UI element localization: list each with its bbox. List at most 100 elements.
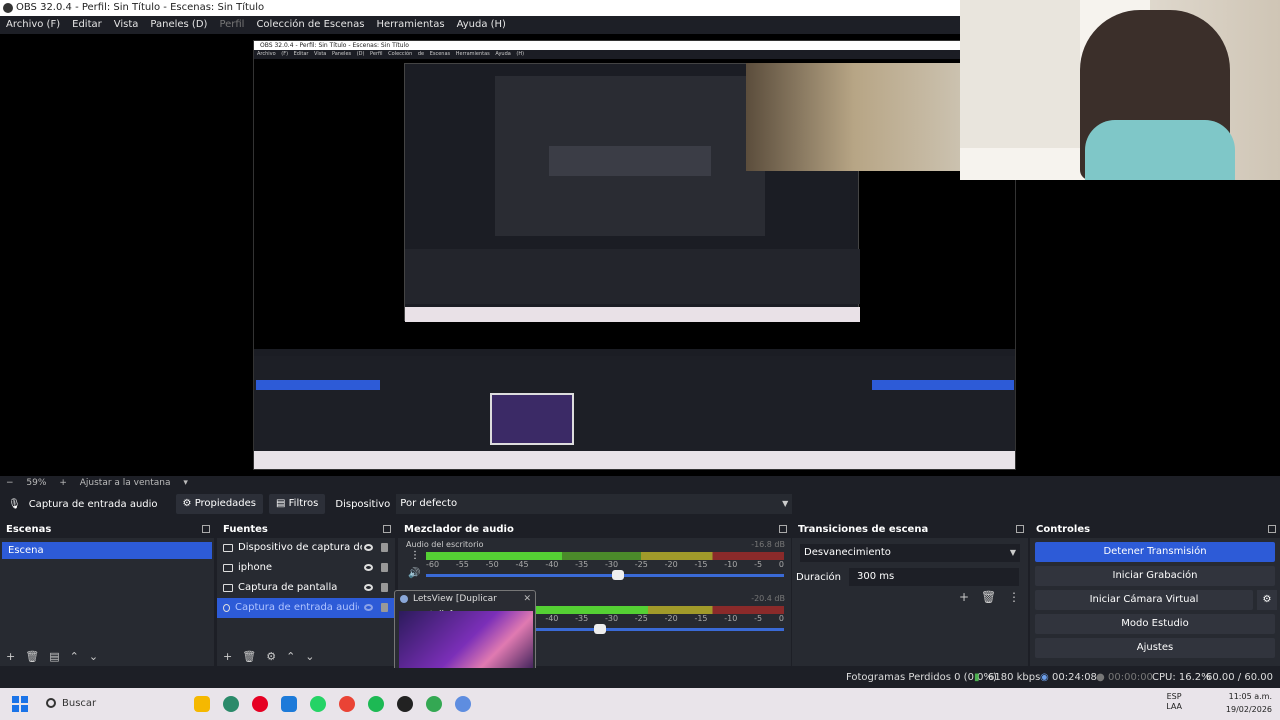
trash-icon[interactable]: 🗑 bbox=[242, 650, 256, 663]
volume-knob[interactable] bbox=[594, 624, 606, 634]
lock-icon[interactable] bbox=[381, 563, 388, 572]
file-explorer-icon[interactable] bbox=[194, 696, 210, 712]
source-item[interactable]: Dispositivo de captura de vide bbox=[217, 538, 395, 558]
menu-archivo[interactable]: Archivo (F) bbox=[0, 16, 66, 34]
add-icon[interactable]: + bbox=[959, 590, 969, 604]
edge-icon[interactable] bbox=[223, 696, 239, 712]
scale-tick-label: -50 bbox=[485, 560, 499, 569]
source-item[interactable]: iphone bbox=[217, 558, 395, 578]
menu-dots-icon[interactable]: ⋮ bbox=[1008, 590, 1020, 604]
eye-icon[interactable] bbox=[364, 584, 373, 591]
close-icon[interactable]: ✕ bbox=[523, 591, 531, 607]
zoom-minus-button[interactable]: − bbox=[6, 478, 14, 488]
chevron-down-icon[interactable]: ▾ bbox=[183, 478, 188, 488]
add-icon[interactable]: + bbox=[6, 650, 15, 663]
mixer-channel: Audio del escritorio -16.8 dB ⋮ -60 -55 -5… bbox=[404, 540, 785, 592]
chrome-profile-icon[interactable] bbox=[426, 696, 442, 712]
trash-icon[interactable]: 🗑 bbox=[25, 650, 39, 663]
pinterest-icon[interactable] bbox=[252, 696, 268, 712]
whatsapp-icon[interactable] bbox=[310, 696, 326, 712]
undock-icon[interactable] bbox=[383, 525, 391, 533]
eye-hidden-icon[interactable] bbox=[364, 604, 373, 611]
lock-icon[interactable] bbox=[381, 583, 388, 592]
eye-icon[interactable] bbox=[364, 544, 373, 551]
filter-icon[interactable]: ▤ bbox=[49, 650, 59, 663]
gear-icon[interactable]: ⚙ bbox=[266, 650, 276, 663]
chevron-up-icon[interactable]: ⌃ bbox=[286, 650, 295, 663]
context-source-name: Captura de entrada audio bbox=[28, 498, 158, 510]
undock-icon[interactable] bbox=[1016, 525, 1024, 533]
lang-top: ESP bbox=[1166, 692, 1182, 701]
properties-label: Propiedades bbox=[194, 498, 257, 509]
lock-icon[interactable] bbox=[381, 543, 388, 552]
start-virtual-camera-button[interactable]: Iniciar Cámara Virtual ⚙ bbox=[1035, 590, 1277, 610]
filters-icon: ▤ bbox=[276, 498, 286, 509]
fit-to-window-select[interactable]: Ajustar a la ventana bbox=[80, 478, 171, 488]
menu-paneles[interactable]: Paneles (D) bbox=[144, 16, 213, 34]
menu-perfil[interactable]: Perfil bbox=[213, 16, 250, 34]
taskbar-search[interactable]: Buscar bbox=[44, 695, 184, 713]
source-item[interactable]: Captura de pantalla bbox=[217, 578, 395, 598]
device-select[interactable]: Por defecto ▼ bbox=[396, 494, 793, 514]
spotify-icon[interactable] bbox=[368, 696, 384, 712]
scale-tick-label: -35 bbox=[575, 560, 589, 569]
clock[interactable]: 11:05 a.m. 19/02/2026 bbox=[1226, 690, 1272, 716]
nested-thumbnail bbox=[490, 393, 574, 445]
add-icon[interactable]: + bbox=[223, 650, 232, 663]
eye-icon[interactable] bbox=[364, 564, 373, 571]
chevron-up-icon[interactable]: ⌃ bbox=[70, 650, 79, 663]
obs-logo-icon bbox=[3, 3, 13, 13]
menu-vista[interactable]: Vista bbox=[108, 16, 145, 34]
transition-value: Desvanecimiento bbox=[804, 547, 891, 558]
windows-start-icon[interactable] bbox=[12, 696, 28, 712]
mixer-header: Mezclador de audio bbox=[398, 522, 791, 538]
studio-mode-button[interactable]: Modo Estudio bbox=[1035, 614, 1275, 634]
start-recording-button[interactable]: Iniciar Grabación bbox=[1035, 566, 1275, 586]
nested-inner-panels bbox=[405, 249, 860, 304]
menu-ayuda[interactable]: Ayuda (H) bbox=[451, 16, 512, 34]
stop-streaming-button[interactable]: Detener Transmisión bbox=[1035, 542, 1275, 562]
controls-header: Controles bbox=[1030, 522, 1280, 538]
context-source: 🎙 Captura de entrada audio bbox=[8, 493, 158, 515]
scenes-dock: Escenas Escena + 🗑 ▤ ⌃ ⌄ bbox=[0, 522, 214, 666]
camera-background-window bbox=[960, 0, 1080, 148]
undock-icon[interactable] bbox=[202, 525, 210, 533]
scene-item[interactable]: Escena bbox=[2, 542, 212, 559]
filters-button[interactable]: ▤ Filtros bbox=[269, 494, 326, 514]
undock-icon[interactable] bbox=[1268, 525, 1276, 533]
chevron-down-icon[interactable]: ⌄ bbox=[305, 650, 314, 663]
menu-editar[interactable]: Editar bbox=[66, 16, 108, 34]
windows-taskbar: Buscar ESP LAA 11:05 a.m. 19/02/2026 bbox=[0, 688, 1280, 720]
controls-dock: Controles Detener Transmisión Iniciar Gr… bbox=[1030, 522, 1280, 666]
camera-icon bbox=[223, 544, 233, 552]
chevron-down-icon[interactable]: ⌄ bbox=[89, 650, 98, 663]
duration-row: Duración 300 ms bbox=[796, 568, 1024, 586]
speaker-icon[interactable]: 🔊 bbox=[408, 568, 420, 579]
scale-tick-label: 0 bbox=[778, 614, 784, 623]
scale-tick-label: -30 bbox=[604, 560, 619, 569]
language-indicator[interactable]: ESP LAA bbox=[1166, 692, 1182, 712]
chevron-down-icon: ▼ bbox=[1009, 548, 1016, 557]
menu-dots-icon[interactable]: ⋮ bbox=[410, 550, 420, 561]
source-item[interactable]: Captura de entrada audio bbox=[217, 598, 395, 618]
settings-button[interactable]: Ajustes bbox=[1035, 638, 1275, 658]
clock-time: 11:05 a.m. bbox=[1228, 692, 1272, 701]
lock-icon[interactable] bbox=[381, 603, 388, 612]
gear-icon[interactable]: ⚙ bbox=[1255, 590, 1277, 610]
scale-tick-label: -55 bbox=[455, 560, 469, 569]
undock-icon[interactable] bbox=[779, 525, 787, 533]
properties-button[interactable]: ⚙ Propiedades bbox=[175, 494, 264, 514]
zoom-plus-button[interactable]: + bbox=[59, 478, 67, 488]
chrome-icon[interactable] bbox=[339, 696, 355, 712]
duration-input[interactable]: 300 ms bbox=[849, 568, 1020, 586]
volume-slider[interactable] bbox=[426, 574, 784, 577]
trash-icon[interactable]: 🗑 bbox=[981, 590, 996, 604]
volume-knob[interactable] bbox=[612, 570, 624, 580]
taskbar-thumbnail-preview[interactable]: LetsView [Duplicar pantalla] ✕ bbox=[394, 590, 536, 678]
menu-coleccion-escenas[interactable]: Colección de Escenas bbox=[250, 16, 370, 34]
menu-herramientas[interactable]: Herramientas bbox=[370, 16, 450, 34]
transition-select[interactable]: Desvanecimiento ▼ bbox=[800, 544, 1020, 562]
obs-icon[interactable] bbox=[397, 696, 413, 712]
letsview-icon[interactable] bbox=[455, 696, 471, 712]
outlook-icon[interactable] bbox=[281, 696, 297, 712]
